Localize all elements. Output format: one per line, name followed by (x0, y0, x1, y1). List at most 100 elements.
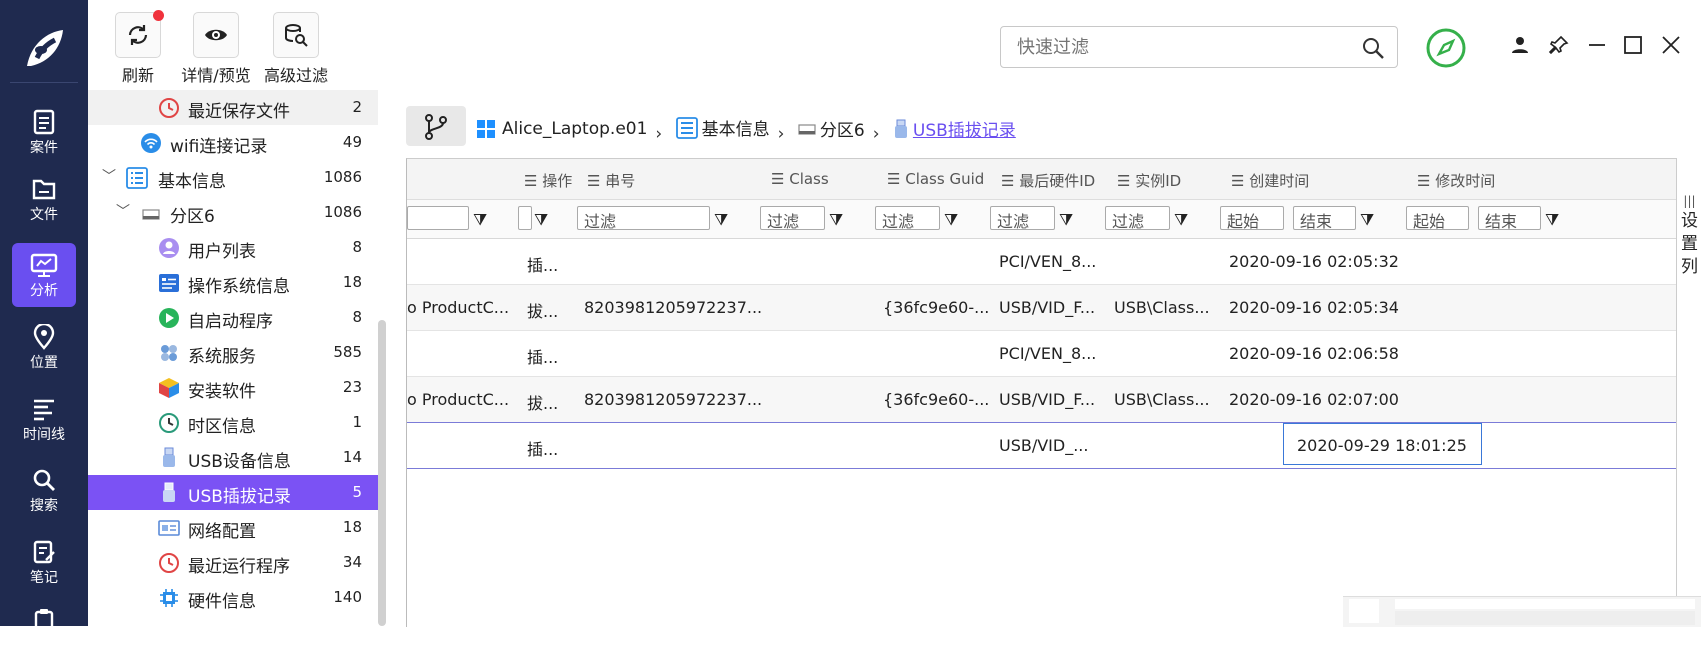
advanced-filter-label: 高级过滤 (263, 66, 328, 85)
filter-icon[interactable]: ⧩ (473, 210, 487, 230)
filter-modified-start[interactable]: 起始 (1406, 206, 1469, 231)
minimize-icon[interactable] (1586, 34, 1608, 56)
nav-notes[interactable]: 笔记 (12, 530, 76, 594)
tree-item-wifi[interactable]: wifi连接记录 49 (88, 125, 378, 160)
column-header-class-guid[interactable]: ☰ Class Guid (887, 170, 984, 188)
filter-icon[interactable]: ⧩ (714, 210, 728, 230)
columns-icon: ||| (1683, 194, 1696, 208)
filter-icon[interactable]: ⧩ (534, 210, 548, 230)
breadcrumb-device[interactable]: Alice_Laptop.e01 (476, 119, 647, 139)
network-icon (158, 520, 180, 536)
tree-item-label: USB设备信息 (188, 452, 291, 472)
tree-item-timezone[interactable]: 时区信息 1 (88, 405, 378, 440)
chevron-down-icon[interactable]: ﹀ (102, 166, 116, 186)
column-header-modified-time[interactable]: ☰ 修改时间 (1417, 170, 1495, 191)
breadcrumb-basic-info[interactable]: 基本信息 (675, 115, 770, 140)
tree-item-autostart[interactable]: 自启动程序 8 (88, 300, 378, 335)
branch-icon (425, 114, 447, 140)
location-icon (33, 324, 55, 350)
tree-item-label: 时区信息 (188, 417, 256, 437)
column-header-operation[interactable]: ☰ 操作 (524, 170, 572, 191)
filter-input-class[interactable]: 过滤 (760, 206, 825, 231)
quick-filter-box[interactable] (1000, 26, 1398, 68)
tree-item-partition6[interactable]: ﹀ 分区6 1086 (88, 195, 378, 230)
column-settings-button[interactable]: ||| 设置列 (1676, 158, 1701, 626)
tree-item-count: 140 (333, 588, 362, 606)
pin-status-icon[interactable] (1425, 27, 1467, 69)
tree-item-recent-run[interactable]: 最近运行程序 34 (88, 545, 378, 580)
table-row[interactable]: 插... PCI/VEN_8... 2020-09-16 02:06:58 (407, 331, 1677, 377)
tree-item-usb-plug-records[interactable]: USB插拔记录 5 (88, 475, 378, 510)
filter-created-end[interactable]: 结束 (1293, 206, 1356, 231)
tree-item-installed-software[interactable]: 安装软件 23 (88, 370, 378, 405)
drive-icon (798, 123, 816, 135)
tree-item-label: USB插拔记录 (188, 487, 291, 507)
tree-item-count: 585 (333, 343, 362, 361)
branch-button[interactable] (406, 106, 466, 146)
tree-item-network-config[interactable]: 网络配置 18 (88, 510, 378, 545)
filter-input-instance-id[interactable]: 过滤 (1105, 206, 1170, 231)
breadcrumb-current[interactable]: USB插拔记录 (893, 116, 1016, 141)
tree-item-count: 18 (342, 518, 362, 536)
maximize-icon[interactable] (1622, 34, 1644, 56)
tree-item-services[interactable]: 系统服务 585 (88, 335, 378, 370)
column-header-instance-id[interactable]: ☰ 实例ID (1117, 170, 1181, 191)
filter-created-start[interactable]: 起始 (1220, 206, 1284, 231)
nav-analysis-label: 分析 (30, 283, 58, 299)
filter-input-serial[interactable]: 过滤 (577, 206, 710, 231)
column-header-serial[interactable]: ☰ 串号 (587, 170, 635, 191)
filter-input-class-guid[interactable]: 过滤 (875, 206, 940, 231)
magnifier-icon[interactable] (1361, 36, 1385, 60)
filter-icon[interactable]: ⧩ (944, 210, 958, 230)
tree-item-users[interactable]: 用户列表 8 (88, 230, 378, 265)
advanced-filter-button[interactable]: 高级过滤 (258, 12, 334, 86)
filter-modified-end[interactable]: 结束 (1478, 206, 1541, 231)
table-row[interactable]: 插... PCI/VEN_8... 2020-09-16 02:05:32 (407, 239, 1677, 285)
breadcrumb-current-link[interactable]: USB插拔记录 (913, 116, 1016, 141)
tree-item-basic-info[interactable]: ﹀ 基本信息 1086 (88, 160, 378, 195)
tree-item-hardware[interactable]: 硬件信息 140 (88, 580, 378, 615)
nav-analysis[interactable]: 分析 (12, 243, 76, 307)
filter-icon[interactable]: ⧩ (1360, 210, 1374, 230)
table-row-selected[interactable]: 插... USB/VID_... 2020-09-29 18:01:25 (407, 422, 1677, 469)
preview-thumbnail[interactable] (1343, 596, 1701, 627)
refresh-button[interactable]: 刷新 (114, 10, 164, 86)
quick-filter-input[interactable] (1015, 36, 1339, 59)
filter-icon[interactable]: ⧩ (1059, 210, 1073, 230)
pin-window-icon[interactable] (1548, 34, 1570, 56)
nav-timeline[interactable]: 时间线 (12, 387, 76, 451)
nav-case[interactable]: 案件 (12, 100, 76, 164)
grid-filter-row: ⧩ ⧩ 过滤 ⧩ 过滤 ⧩ 过滤 ⧩ 过滤 ⧩ 过滤 ⧩ 起始 结束 ⧩ 起始 … (407, 200, 1677, 239)
drive-icon (142, 209, 160, 220)
filter-input-operation[interactable] (518, 206, 532, 230)
filter-input-hardware-id[interactable]: 过滤 (990, 206, 1055, 231)
filter-input-name[interactable] (407, 206, 469, 230)
nav-search[interactable]: 搜索 (12, 458, 76, 522)
wifi-icon (141, 133, 161, 153)
breadcrumb-partition[interactable]: 分区6 (798, 116, 865, 141)
nav-location[interactable]: 位置 (12, 315, 76, 379)
close-icon[interactable] (1660, 34, 1682, 56)
tree-item-recent-saved[interactable]: 最近保存文件 2 (88, 90, 378, 125)
tree-scrollbar[interactable] (378, 320, 386, 626)
cell-operation: 插... (527, 256, 559, 275)
filter-icon[interactable]: ⧩ (829, 210, 843, 230)
cell-serial: 8203981205972237... (584, 390, 763, 409)
column-header-created-time[interactable]: ☰ 创建时间 (1231, 170, 1309, 191)
table-row[interactable]: o ProductC... 拔... 8203981205972237... {… (407, 285, 1677, 331)
chevron-down-icon[interactable]: ﹀ (116, 201, 130, 221)
user-icon[interactable] (1509, 34, 1531, 56)
column-header-class[interactable]: ☰ Class (771, 170, 829, 188)
filter-icon[interactable]: ⧩ (1174, 210, 1188, 230)
nav-file[interactable]: 文件 (12, 167, 76, 231)
nav-more[interactable] (12, 598, 76, 662)
table-row[interactable]: o ProductC... 拔... 8203981205972237... {… (407, 377, 1677, 423)
column-header-last-hardware-id[interactable]: ☰ 最后硬件ID (1001, 170, 1095, 191)
filter-icon[interactable]: ⧩ (1545, 210, 1559, 230)
preview-button[interactable]: 详情/预览 (176, 12, 256, 86)
tree-item-usb-devices[interactable]: USB设备信息 14 (88, 440, 378, 475)
cell-class-guid: {36fc9e60-... (883, 298, 990, 317)
tree-item-os-info[interactable]: 操作系统信息 18 (88, 265, 378, 300)
clipboard-icon (34, 609, 54, 633)
package-icon (159, 378, 179, 398)
